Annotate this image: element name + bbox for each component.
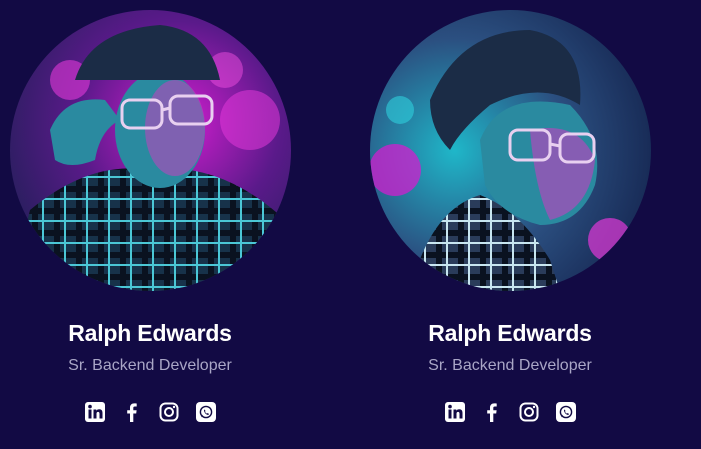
linkedin-icon[interactable]: [444, 402, 465, 422]
social-links: [444, 402, 576, 422]
linkedin-icon[interactable]: [84, 402, 105, 422]
member-name: Ralph Edwards: [68, 320, 232, 346]
facebook-icon[interactable]: [482, 402, 502, 422]
instagram-icon[interactable]: [159, 402, 179, 422]
avatar-photo: [9, 10, 291, 291]
whatsapp-icon[interactable]: [195, 402, 216, 422]
instagram-icon[interactable]: [519, 402, 539, 422]
avatar: [369, 10, 651, 291]
whatsapp-icon[interactable]: [555, 402, 576, 422]
avatar: [9, 10, 291, 291]
avatar-photo: [369, 10, 651, 291]
social-links: [84, 402, 216, 422]
member-name: Ralph Edwards: [428, 320, 592, 346]
team-member-card: Ralph Edwards Sr. Backend Developer: [330, 10, 690, 422]
team-member-card: Ralph Edwards Sr. Backend Developer: [0, 10, 330, 422]
member-role: Sr. Backend Developer: [428, 357, 592, 374]
member-role: Sr. Backend Developer: [68, 357, 232, 374]
facebook-icon[interactable]: [122, 402, 142, 422]
